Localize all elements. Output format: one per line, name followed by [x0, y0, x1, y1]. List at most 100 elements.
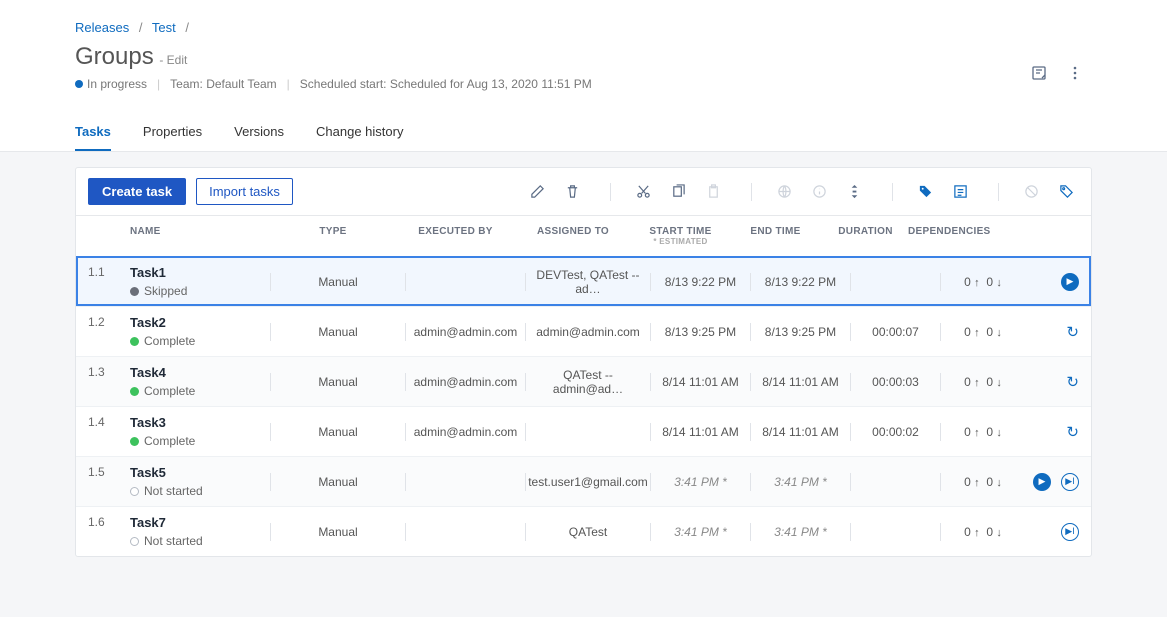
- task-type: Manual: [273, 275, 403, 289]
- table-row[interactable]: 1.3Task4 Complete Manual admin@admin.com QAT…: [76, 356, 1091, 406]
- assigned-to: DEVTest, QATest -- ad…: [528, 268, 648, 296]
- task-name: Task1: [130, 265, 268, 280]
- refresh-icon[interactable]: ↻: [1066, 323, 1079, 341]
- team-label: Team: Default Team: [170, 77, 277, 91]
- dependencies: 0 ↑ 0 ↓: [943, 275, 1023, 289]
- assigned-to: QATest: [528, 525, 648, 539]
- block-icon: [1024, 184, 1044, 199]
- dependencies: 0 ↑ 0 ↓: [943, 525, 1023, 539]
- task-status: Complete: [130, 384, 268, 398]
- duration: 00:00:02: [853, 425, 938, 439]
- table-row[interactable]: 1.1Task1 Skipped Manual DEVTest, QATest -- …: [76, 256, 1091, 306]
- dependencies: 0 ↑ 0 ↓: [943, 425, 1023, 439]
- duration: 00:00:03: [853, 375, 938, 389]
- row-number: 1.5: [88, 465, 130, 479]
- task-type: Manual: [273, 475, 403, 489]
- table-row[interactable]: 1.5Task5 Not started Manual test.user1@gmai…: [76, 456, 1091, 506]
- task-type: Manual: [273, 425, 403, 439]
- executed-by: admin@admin.com: [408, 425, 523, 439]
- list-icon[interactable]: [953, 184, 973, 199]
- task-name: Task5: [130, 465, 268, 480]
- row-number: 1.4: [88, 415, 130, 429]
- task-name: Task4: [130, 365, 268, 380]
- start-time: 8/14 11:01 AM: [653, 375, 748, 389]
- info-icon: [812, 184, 832, 199]
- schedule-label: Scheduled start: Scheduled for Aug 13, 2…: [300, 77, 592, 91]
- tag-outline-icon[interactable]: [1059, 184, 1079, 199]
- play-icon[interactable]: ▶: [1033, 473, 1051, 491]
- col-start: START TIME* ESTIMATED: [633, 226, 728, 246]
- cut-icon[interactable]: [636, 184, 656, 199]
- globe-icon: [777, 184, 797, 199]
- task-status: Skipped: [130, 284, 268, 298]
- col-dur: DURATION: [823, 226, 908, 246]
- end-time: 8/14 11:01 AM: [753, 375, 848, 389]
- breadcrumb-test[interactable]: Test: [152, 20, 176, 35]
- tab-properties[interactable]: Properties: [143, 124, 202, 151]
- task-status: Complete: [130, 334, 268, 348]
- breadcrumb: Releases / Test /: [75, 20, 1092, 35]
- table-row[interactable]: 1.6Task7 Not started Manual QATest 3:41 PM *…: [76, 506, 1091, 556]
- end-time: 8/14 11:01 AM: [753, 425, 848, 439]
- start-time: 8/14 11:01 AM: [653, 425, 748, 439]
- col-name: NAME: [130, 226, 268, 246]
- col-type: TYPE: [268, 226, 398, 246]
- task-type: Manual: [273, 525, 403, 539]
- col-assigned: ASSIGNED TO: [513, 226, 633, 246]
- assigned-to: admin@admin.com: [528, 325, 648, 339]
- executed-by: admin@admin.com: [408, 325, 523, 339]
- play-icon[interactable]: ▶: [1061, 273, 1079, 291]
- end-time: 3:41 PM *: [753, 525, 848, 539]
- row-number: 1.6: [88, 515, 130, 529]
- delete-icon[interactable]: [565, 184, 585, 199]
- end-time: 8/13 9:25 PM: [753, 325, 848, 339]
- task-name: Task2: [130, 315, 268, 330]
- edit-link[interactable]: - Edit: [159, 53, 187, 67]
- end-time: 8/13 9:22 PM: [753, 275, 848, 289]
- table-row[interactable]: 1.2Task2 Complete Manual admin@admin.com adm…: [76, 306, 1091, 356]
- executed-by: admin@admin.com: [408, 375, 523, 389]
- tab-versions[interactable]: Versions: [234, 124, 284, 151]
- tab-tasks[interactable]: Tasks: [75, 124, 111, 151]
- copy-icon[interactable]: [671, 184, 691, 199]
- tag-solid-icon[interactable]: [918, 184, 938, 199]
- refresh-icon[interactable]: ↻: [1066, 423, 1079, 441]
- skip-icon[interactable]: ▶I: [1061, 473, 1079, 491]
- tab-change-history[interactable]: Change history: [316, 124, 403, 151]
- import-tasks-button[interactable]: Import tasks: [196, 178, 293, 205]
- duration: 00:00:07: [853, 325, 938, 339]
- dependencies: 0 ↑ 0 ↓: [943, 475, 1023, 489]
- task-status: Not started: [130, 484, 268, 498]
- dependencies: 0 ↑ 0 ↓: [943, 325, 1023, 339]
- expand-icon[interactable]: [847, 184, 867, 199]
- start-time: 3:41 PM *: [653, 475, 748, 489]
- row-number: 1.2: [88, 315, 130, 329]
- note-icon[interactable]: [1031, 65, 1051, 81]
- row-number: 1.1: [88, 265, 130, 279]
- task-name: Task7: [130, 515, 268, 530]
- assigned-to: test.user1@gmail.com: [528, 475, 648, 489]
- assigned-to: QATest -- admin@ad…: [528, 368, 648, 396]
- skip-icon[interactable]: ▶I: [1061, 523, 1079, 541]
- task-type: Manual: [273, 325, 403, 339]
- edit-icon[interactable]: [530, 184, 550, 199]
- dependencies: 0 ↑ 0 ↓: [943, 375, 1023, 389]
- refresh-icon[interactable]: ↻: [1066, 373, 1079, 391]
- paste-icon: [706, 184, 726, 199]
- task-status: Complete: [130, 434, 268, 448]
- table-row[interactable]: 1.4Task3CompleteManualadmin@admin.com8/1…: [76, 406, 1091, 456]
- create-task-button[interactable]: Create task: [88, 178, 186, 205]
- col-end: END TIME: [728, 226, 823, 246]
- status-label: In progress: [75, 77, 147, 91]
- end-time: 3:41 PM *: [753, 475, 848, 489]
- task-type: Manual: [273, 375, 403, 389]
- col-dep: DEPENDENCIES: [908, 226, 988, 246]
- start-time: 8/13 9:25 PM: [653, 325, 748, 339]
- start-time: 8/13 9:22 PM: [653, 275, 748, 289]
- start-time: 3:41 PM *: [653, 525, 748, 539]
- breadcrumb-releases[interactable]: Releases: [75, 20, 129, 35]
- more-icon[interactable]: [1067, 65, 1087, 81]
- row-number: 1.3: [88, 365, 130, 379]
- task-status: Not started: [130, 534, 268, 548]
- page-title: Groups: [75, 43, 154, 71]
